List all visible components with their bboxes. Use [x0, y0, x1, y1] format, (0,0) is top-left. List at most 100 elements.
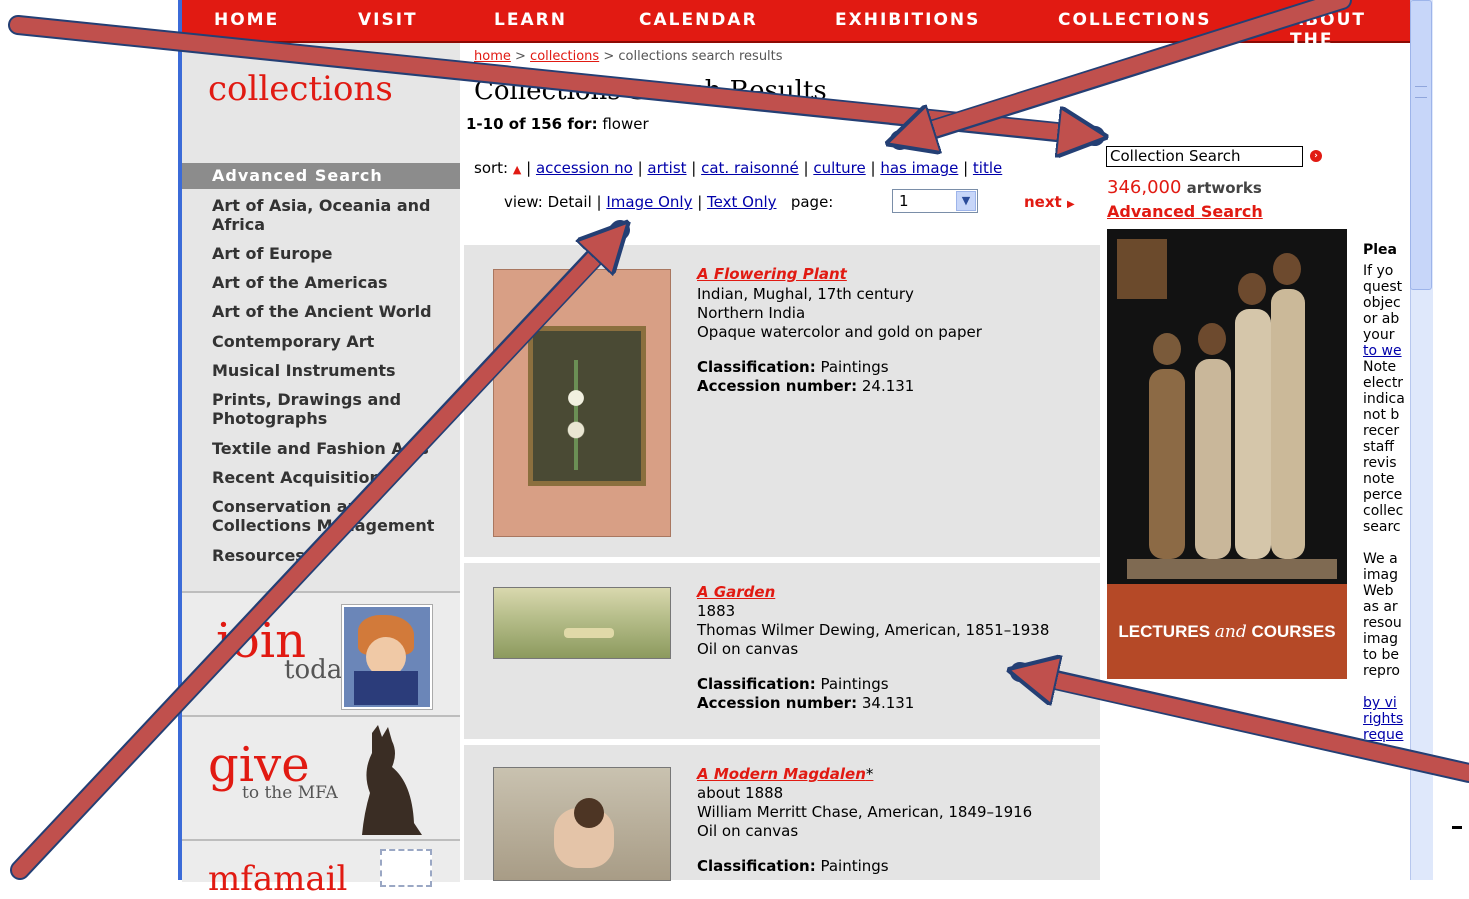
- sidebar-item-conservation[interactable]: Conservation and Collections Management: [212, 497, 452, 535]
- view-current: Detail: [547, 193, 592, 211]
- result-classification: Classification: Paintings: [697, 675, 889, 693]
- result-count: 1-10 of 156 for: flower: [466, 115, 649, 133]
- info-text: perce: [1363, 487, 1403, 503]
- result-title[interactable]: A Flowering Plant: [697, 265, 847, 283]
- nav-about[interactable]: ABOUT THE: [1290, 10, 1410, 50]
- statue-image: [1117, 239, 1337, 579]
- stamp-icon: [380, 849, 432, 887]
- nav-learn[interactable]: LEARN: [494, 10, 567, 30]
- mfamail-promo[interactable]: mfamail: [182, 839, 460, 899]
- sidebar: collections Advanced Search Art of Asia,…: [182, 43, 460, 899]
- info-text: imag: [1363, 567, 1398, 583]
- result-title[interactable]: A Garden: [697, 583, 775, 601]
- advanced-search-link[interactable]: Advanced Search: [1107, 202, 1263, 221]
- result-card: A Modern Magdalen* about 1888 William Me…: [464, 745, 1100, 880]
- info-link[interactable]: by vi: [1363, 695, 1397, 711]
- sort-accession[interactable]: accession no: [536, 159, 633, 177]
- info-text: We a: [1363, 551, 1398, 567]
- breadcrumb-sep: >: [515, 49, 526, 64]
- nav-exhibitions[interactable]: EXHIBITIONS: [835, 10, 980, 30]
- info-link[interactable]: to we: [1363, 343, 1402, 359]
- sidebar-item-prints[interactable]: Prints, Drawings and Photographs: [212, 390, 452, 428]
- sidebar-item-europe[interactable]: Art of Europe: [212, 244, 452, 263]
- sidebar-item-ancient[interactable]: Art of the Ancient World: [212, 302, 452, 321]
- result-thumbnail[interactable]: [494, 588, 670, 658]
- info-text: resou: [1363, 615, 1402, 631]
- banner-caption: LECTURES and COURSES: [1118, 622, 1336, 642]
- sidebar-item-acquisitions[interactable]: Recent Acquisitions: [212, 468, 452, 487]
- sort-title[interactable]: title: [973, 159, 1002, 177]
- breadcrumb-home[interactable]: home: [474, 49, 511, 64]
- info-text: as ar: [1363, 599, 1398, 615]
- info-text: searc: [1363, 519, 1401, 535]
- info-text: Plea: [1363, 242, 1398, 258]
- info-text: note: [1363, 471, 1395, 487]
- sort-culture[interactable]: culture: [813, 159, 865, 177]
- search-go-icon[interactable]: ›: [1310, 150, 1322, 162]
- sort-artist[interactable]: artist: [647, 159, 686, 177]
- result-card: A Flowering Plant Indian, Mughal, 17th c…: [464, 245, 1100, 557]
- breadcrumb-collections[interactable]: collections: [530, 49, 599, 64]
- sidebar-item-contemporary[interactable]: Contemporary Art: [212, 332, 452, 351]
- page-select[interactable]: 1 ▼: [892, 189, 978, 213]
- view-text-only[interactable]: Text Only: [707, 193, 776, 211]
- info-text: repro: [1363, 663, 1400, 679]
- sidebar-item-musical[interactable]: Musical Instruments: [212, 361, 452, 380]
- info-text: objec: [1363, 295, 1401, 311]
- result-thumbnail[interactable]: [494, 270, 670, 536]
- sort-arrow-icon[interactable]: ▲: [513, 163, 521, 176]
- result-accession: Accession number: 24.131: [697, 377, 915, 395]
- view-image-only[interactable]: Image Only: [606, 193, 692, 211]
- breadcrumb-current: collections search results: [618, 49, 783, 64]
- join-promo[interactable]: join today: [182, 591, 460, 717]
- nav-calendar[interactable]: CALENDAR: [639, 10, 758, 30]
- result-classification: Classification: Paintings: [697, 857, 889, 875]
- sidebar-item-americas[interactable]: Art of the Americas: [212, 273, 452, 292]
- info-text: collec: [1363, 503, 1404, 519]
- info-link[interactable]: reque: [1363, 727, 1403, 743]
- result-classification: Classification: Paintings: [697, 358, 889, 376]
- sort-cat-raisonne[interactable]: cat. raisonné: [701, 159, 799, 177]
- lectures-banner[interactable]: LECTURES and COURSES: [1107, 229, 1347, 679]
- info-text: staff: [1363, 439, 1395, 455]
- sidebar-item-label: Advanced Search: [212, 166, 383, 185]
- result-medium: Oil on canvas: [697, 640, 799, 658]
- sidebar-item-asia[interactable]: Art of Asia, Oceania and Africa: [212, 196, 452, 234]
- result-medium: Oil on canvas: [697, 822, 799, 840]
- sidebar-title: collections: [208, 69, 393, 109]
- info-text: your: [1363, 327, 1395, 343]
- nav-collections[interactable]: COLLECTIONS: [1058, 10, 1212, 30]
- view-bar: view: Detail | Image Only | Text Only pa…: [504, 193, 834, 211]
- info-text: to be: [1363, 647, 1400, 663]
- mfamail-text: mfamail: [208, 859, 348, 899]
- result-card: A Garden 1883 Thomas Wilmer Dewing, Amer…: [464, 563, 1100, 739]
- nav-home[interactable]: HOME: [214, 10, 279, 30]
- result-date: 1883: [697, 602, 736, 620]
- give-promo[interactable]: give to the MFA: [182, 715, 460, 841]
- info-text: quest: [1363, 279, 1403, 295]
- collection-search-input[interactable]: Collection Search: [1106, 146, 1303, 167]
- browser-page: HOME VISIT LEARN CALENDAR EXHIBITIONS CO…: [182, 0, 1410, 899]
- result-title[interactable]: A Modern Magdalen*: [697, 765, 873, 783]
- breadcrumb-sep: >: [603, 49, 615, 64]
- result-thumbnail[interactable]: [494, 768, 670, 880]
- result-artist: Thomas Wilmer Dewing, American, 1851–193…: [697, 621, 1050, 639]
- sidebar-item-resources[interactable]: Resources: [212, 546, 452, 565]
- search-query: flower: [602, 115, 649, 133]
- result-accession: Accession number: 34.131: [697, 694, 915, 712]
- sort-label: sort:: [474, 159, 509, 177]
- sidebar-item-textile[interactable]: Textile and Fashion Arts: [212, 439, 452, 458]
- next-arrow-icon: ▶: [1066, 199, 1075, 210]
- scrollbar-thumb[interactable]: [1410, 0, 1432, 290]
- chevron-down-icon[interactable]: ▼: [956, 191, 976, 211]
- info-text: not b: [1363, 407, 1400, 423]
- info-link[interactable]: rights: [1363, 711, 1403, 727]
- next-link[interactable]: next ▶: [1024, 193, 1075, 211]
- sidebar-item-advanced-search[interactable]: Advanced Search: [182, 163, 460, 189]
- result-medium: Opaque watercolor and gold on paper: [697, 323, 982, 341]
- painting-thumbnail: [342, 605, 432, 709]
- sort-has-image[interactable]: has image: [880, 159, 958, 177]
- breadcrumb: home > collections > collections search …: [474, 49, 783, 64]
- nav-visit[interactable]: VISIT: [358, 10, 418, 30]
- info-text: recer: [1363, 423, 1400, 439]
